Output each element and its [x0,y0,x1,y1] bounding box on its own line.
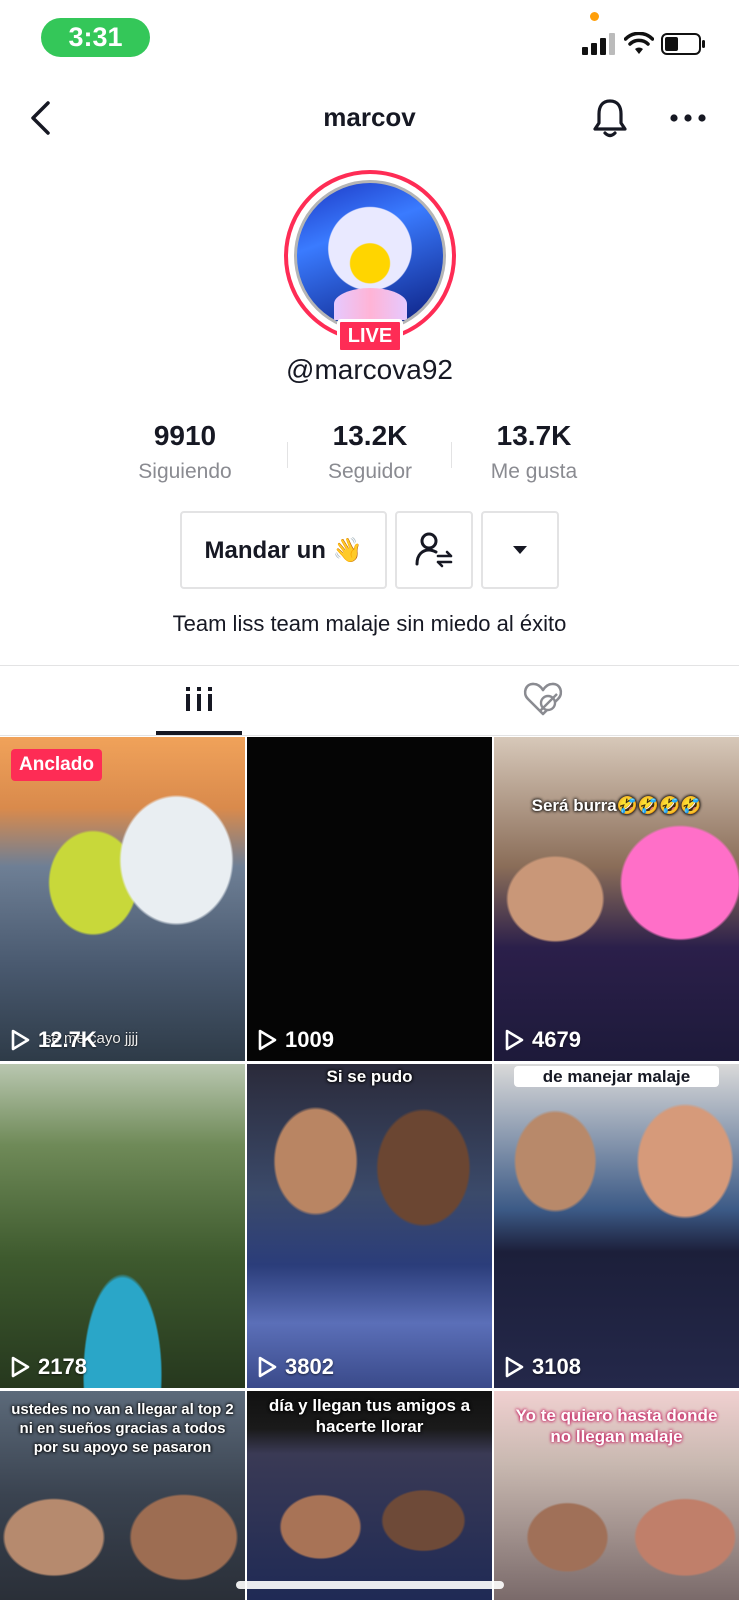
video-thumbnail[interactable]: día y llegan tus amigos a hacerte llorar [247,1391,492,1600]
view-count: 3802 [257,1354,334,1380]
video-grid: Anclado se me cayo jjjj 12.7K 1009 Será … [0,737,739,1600]
view-count-value: 1009 [285,1027,334,1052]
profile-bio: Team liss team malaje sin miedo al éxito [172,611,567,636]
video-thumbnail[interactable]: Será burra🤣🤣🤣🤣 4679 [494,737,739,1061]
view-count: 4679 [504,1027,581,1053]
tab-videos[interactable] [156,667,242,735]
view-count-value: 3802 [285,1354,334,1379]
video-overlay-text: día y llegan tus amigos a hacerte llorar [268,1396,471,1437]
battery-icon [661,33,705,55]
stat-following-label: Siguiendo [138,460,232,483]
send-wave-button[interactable]: Mandar un 👋 [180,511,387,589]
tab-liked[interactable] [500,667,586,735]
video-thumbnail[interactable]: 2178 [0,1064,245,1388]
video-overlay-text: de manejar malaje [514,1066,719,1088]
view-count: 1009 [257,1027,334,1053]
more-icon[interactable] [668,112,708,124]
play-icon [11,1029,30,1051]
divider [0,665,739,666]
wifi-icon [624,32,654,54]
view-count-value: 4679 [532,1027,581,1052]
cellular-signal-icon [582,33,616,55]
bell-icon[interactable] [590,96,630,140]
video-thumbnail[interactable]: 1009 [247,737,492,1061]
view-count-value: 2178 [38,1354,87,1379]
home-indicator[interactable] [236,1581,504,1589]
privacy-indicator-dot [590,12,599,21]
play-icon [258,1356,277,1378]
play-icon [11,1356,30,1378]
stat-divider [451,442,452,468]
stat-likes-value: 13.7K [496,420,572,451]
video-overlay-text: Yo te quiero hasta donde no llegan malaj… [515,1406,718,1447]
video-overlay-text: Será burra🤣🤣🤣🤣 [531,796,702,815]
status-time[interactable]: 3:31 [41,18,150,57]
video-overlay-text: ustedes no van a llegar al top 2 ni en s… [11,1401,234,1456]
video-thumbnail[interactable]: ustedes no van a llegar al top 2 ni en s… [0,1391,245,1600]
divider [0,735,739,736]
nav-bar: marcov [0,84,739,152]
view-count: 3108 [504,1354,581,1380]
profile-handle: @marcova92 [286,354,453,385]
stat-followers-value: 13.2K [332,420,408,451]
video-thumbnail[interactable]: Anclado se me cayo jjjj 12.7K [0,737,245,1061]
profile-avatar-live[interactable] [284,170,456,342]
play-icon [505,1356,524,1378]
video-thumbnail[interactable]: de manejar malaje 3108 [494,1064,739,1388]
stat-followers-label: Seguidor [327,460,413,483]
avatar [294,180,446,332]
status-bar: 3:31 [0,0,739,78]
stat-following-value: 9910 [153,420,217,451]
user-switch-icon [415,532,453,568]
view-count-value: 3108 [532,1354,581,1379]
stat-following[interactable]: 9910 Siguiendo [105,420,265,484]
profile-stats: 9910 Siguiendo 13.2K Seguidor 13.7K Me g… [128,420,612,490]
video-overlay-text: Si se pudo [326,1067,413,1086]
stat-followers[interactable]: 13.2K Seguidor [290,420,450,484]
live-ring [284,170,456,342]
video-thumbnail[interactable]: Si se pudo 3802 [247,1064,492,1388]
video-thumbnail[interactable]: Yo te quiero hasta donde no llegan malaj… [494,1391,739,1600]
stat-likes[interactable]: 13.7K Me gusta [454,420,614,484]
videos-grid-icon [186,687,212,711]
play-icon [258,1029,277,1051]
live-badge[interactable]: LIVE [337,319,403,353]
stat-divider [287,442,288,468]
play-icon [505,1029,524,1051]
pinned-badge: Anclado [11,749,102,781]
liked-hidden-icon [523,682,563,716]
more-options-dropdown-button[interactable] [481,511,559,589]
view-count: 12.7K [10,1027,97,1053]
stat-likes-label: Me gusta [490,460,578,483]
caret-down-icon [513,546,527,554]
friends-button[interactable] [395,511,473,589]
view-count-value: 12.7K [38,1027,97,1052]
view-count: 2178 [10,1354,87,1380]
